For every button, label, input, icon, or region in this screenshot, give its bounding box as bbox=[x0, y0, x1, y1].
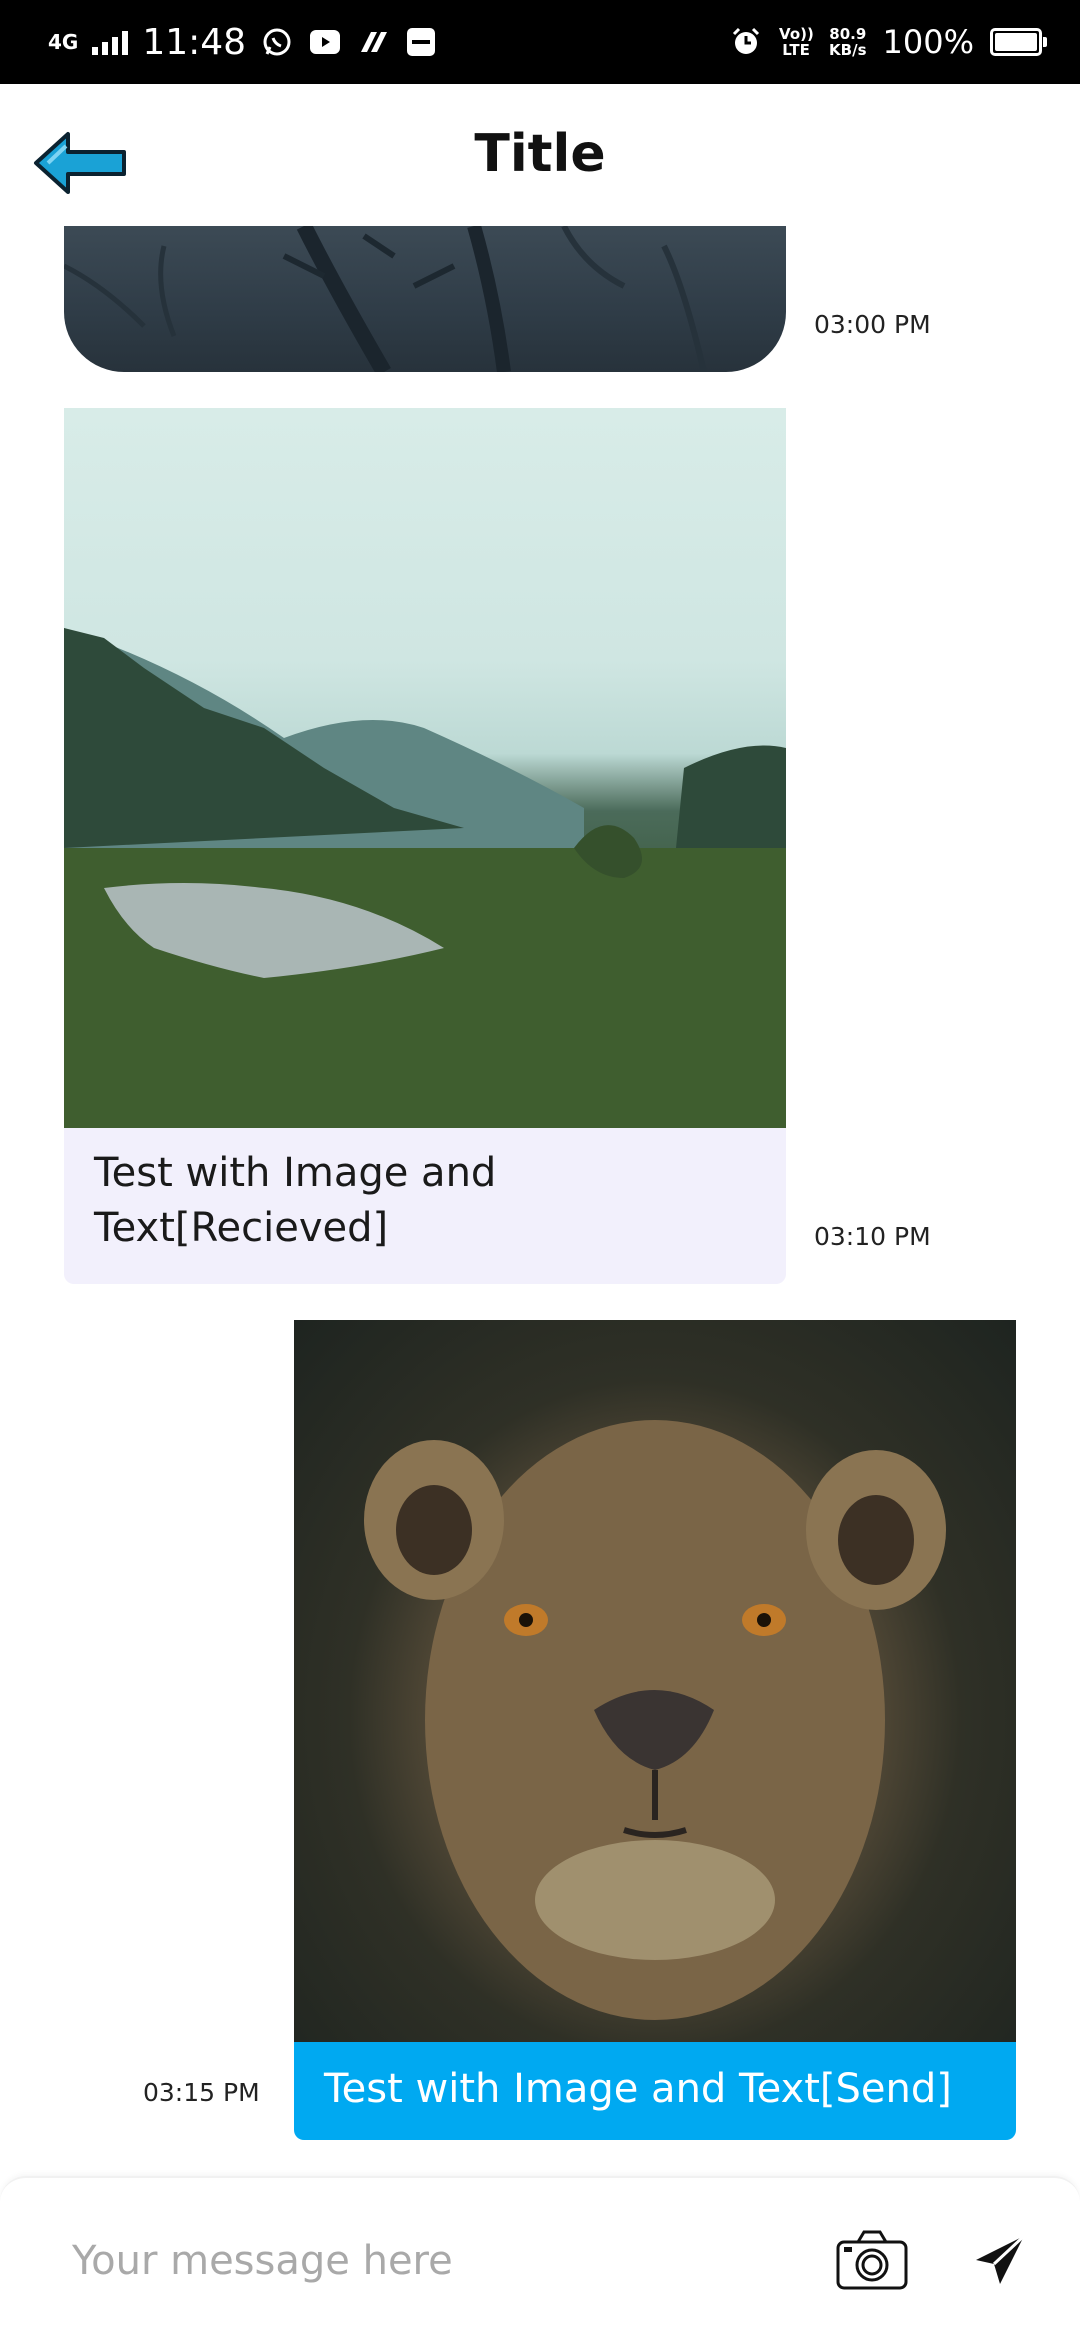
paytm-icon bbox=[404, 25, 438, 59]
speed-unit: KB/s bbox=[829, 41, 867, 59]
app-header: Title bbox=[0, 84, 1080, 226]
send-icon bbox=[976, 2234, 1026, 2284]
message-composer bbox=[0, 2176, 1080, 2342]
alarm-icon bbox=[729, 25, 763, 59]
send-button[interactable] bbox=[972, 2232, 1028, 2288]
message-time: 03:15 PM bbox=[143, 2078, 260, 2107]
forest-night-photo[interactable] bbox=[64, 226, 786, 372]
data-speed: 80.9 KB/s bbox=[829, 26, 866, 58]
payments-icon bbox=[356, 25, 390, 59]
message-input[interactable] bbox=[70, 2228, 774, 2294]
battery-fill bbox=[995, 33, 1037, 51]
message-time: 03:00 PM bbox=[814, 310, 931, 339]
sent-message-text: Test with Image and Text[Send] bbox=[294, 2042, 1016, 2140]
signal-icon bbox=[92, 29, 129, 55]
battery-percent: 100% bbox=[882, 23, 974, 61]
received-message-text: Test with Image and Text[Recieved] bbox=[64, 1128, 786, 1284]
chat-messages[interactable]: 03:00 PM Test with Image and Text[Reciev… bbox=[0, 226, 1080, 2176]
lake-valley-photo[interactable] bbox=[64, 408, 786, 1128]
lioness-photo[interactable] bbox=[294, 1320, 1016, 2042]
camera-button[interactable] bbox=[834, 2228, 910, 2292]
clock: 11:48 bbox=[142, 21, 247, 63]
page-title: Title bbox=[474, 124, 606, 184]
whatsapp-icon bbox=[260, 25, 294, 59]
status-bar: 4G 11:48 Vo)) LTE 80.9 KB/s 100% bbox=[0, 0, 1080, 84]
speed-value: 80.9 bbox=[829, 25, 867, 43]
message-time: 03:10 PM bbox=[814, 1222, 931, 1251]
battery-icon bbox=[990, 28, 1047, 56]
volte-indicator: Vo)) LTE bbox=[779, 25, 814, 59]
youtube-icon bbox=[308, 25, 342, 59]
network-type: 4G bbox=[48, 30, 79, 54]
camera-icon bbox=[836, 2230, 908, 2290]
